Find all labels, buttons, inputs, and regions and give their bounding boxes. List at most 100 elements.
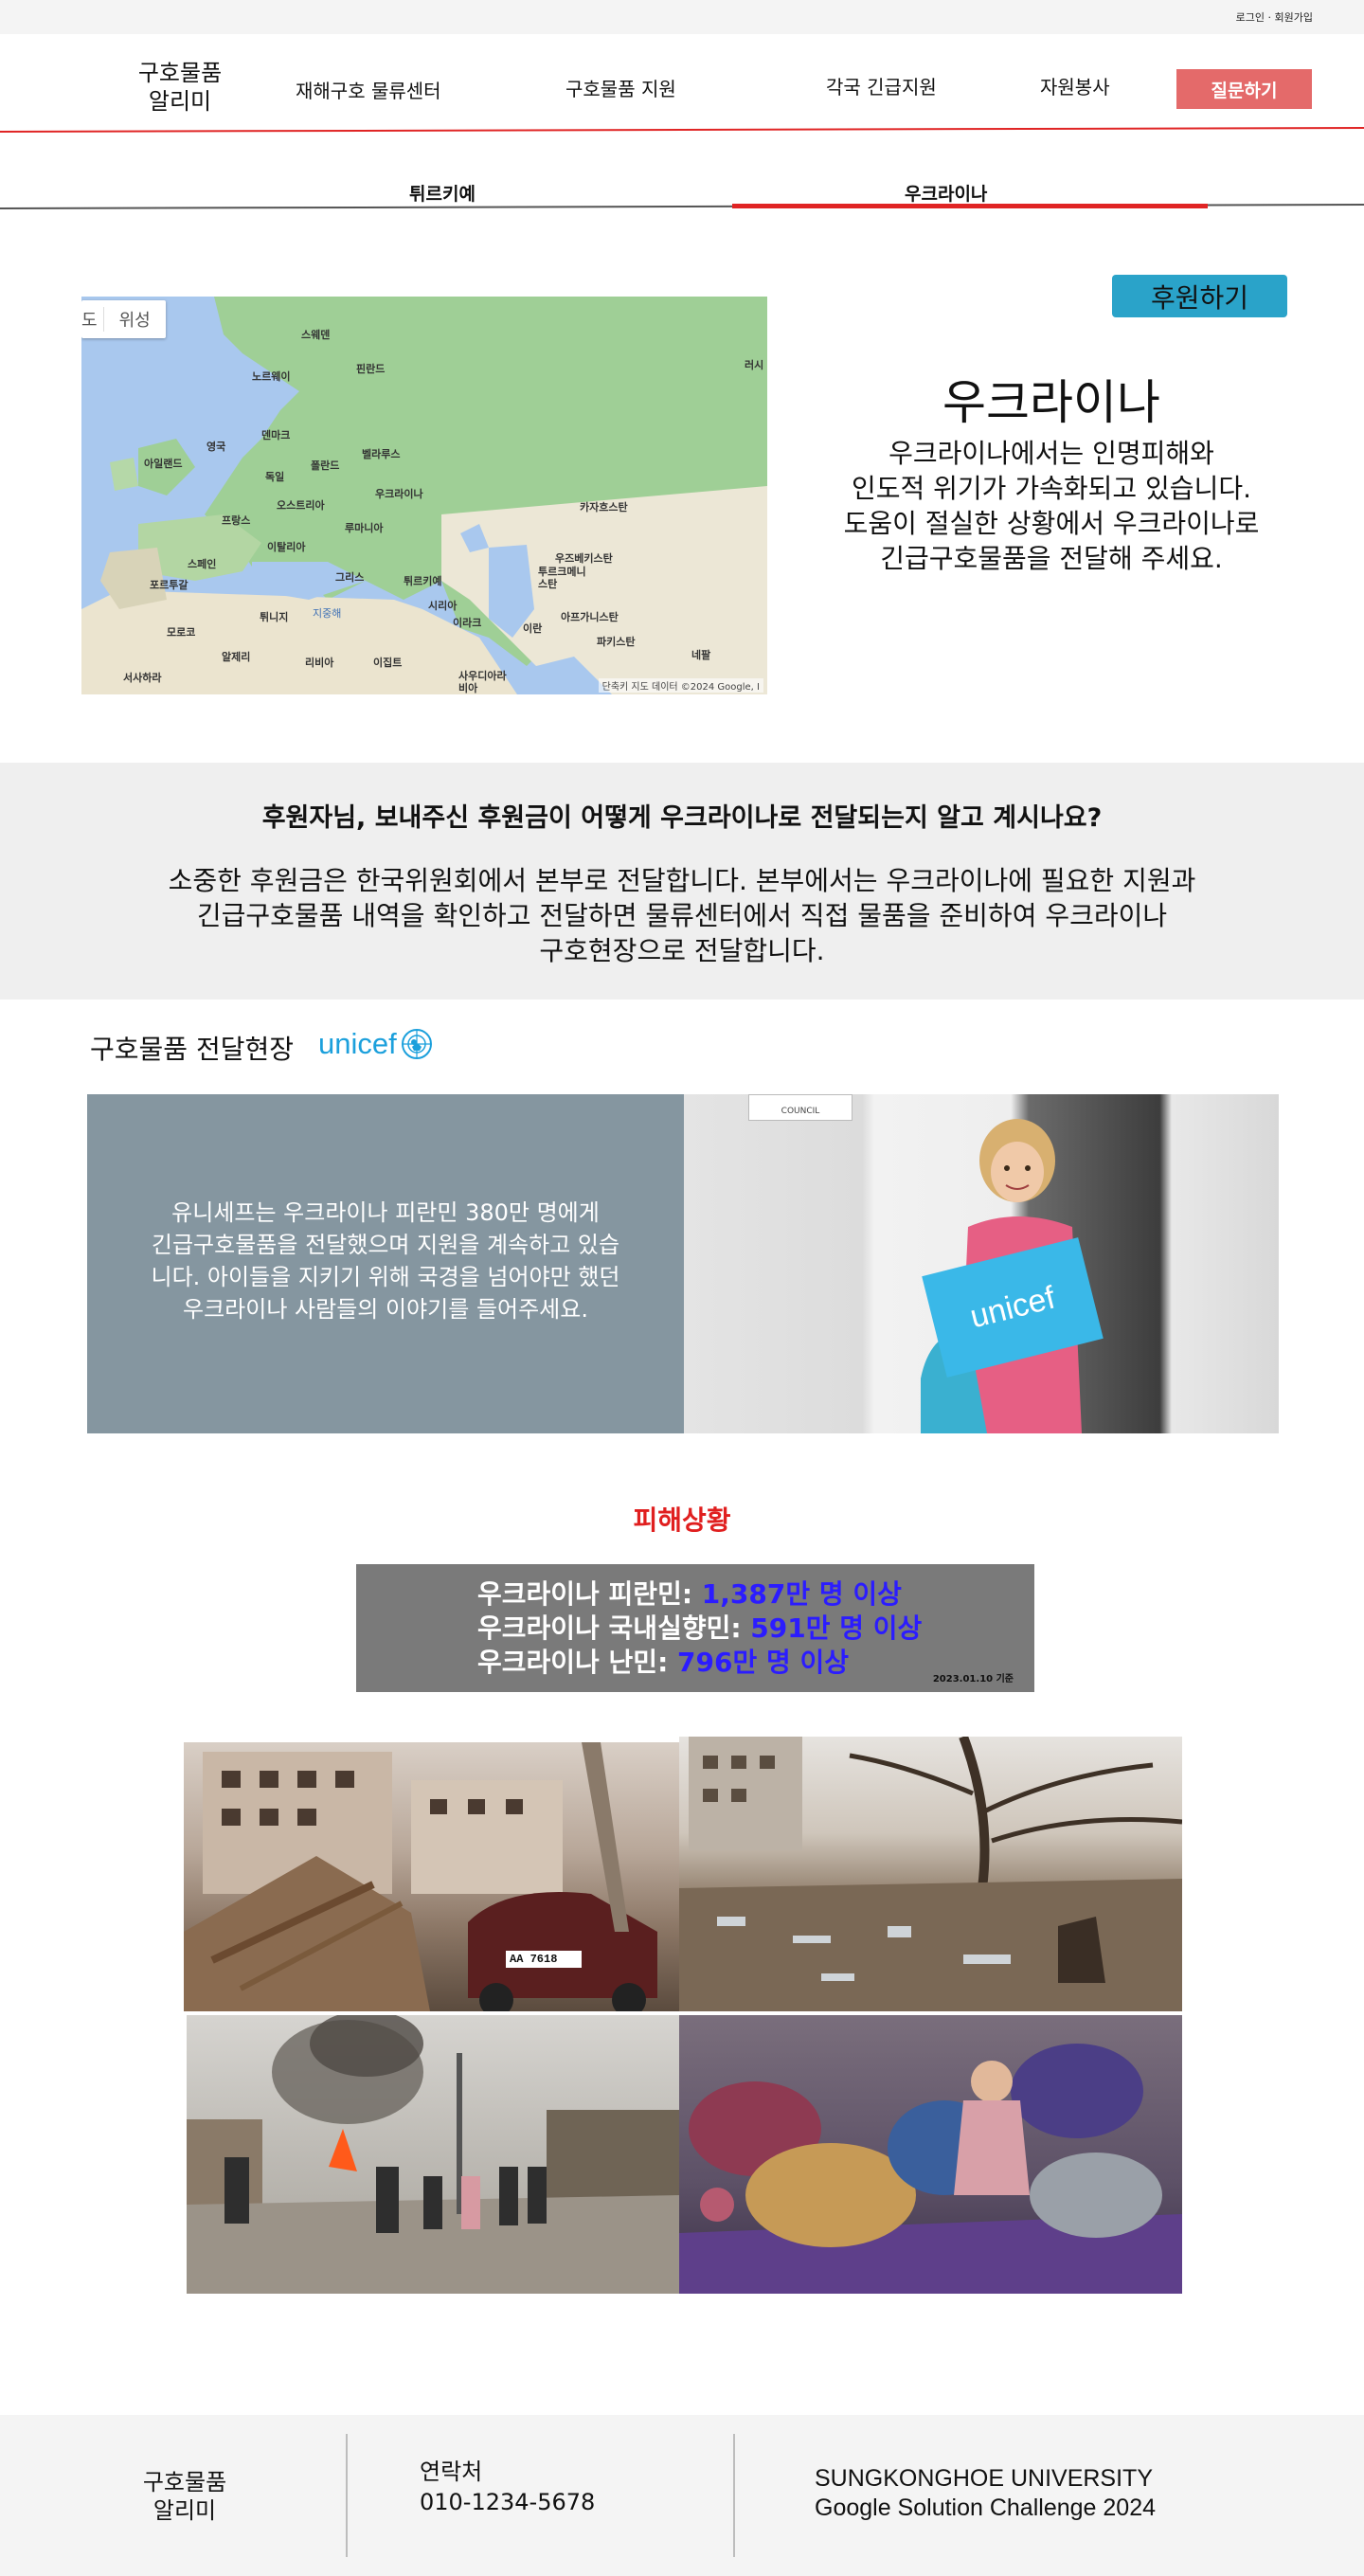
map-label: 시리아 bbox=[428, 600, 458, 612]
ask-question-button[interactable]: 질문하기 bbox=[1176, 69, 1312, 109]
story-line: 긴급구호물품을 전달했으며 지원을 계속하고 있습 bbox=[151, 1232, 620, 1258]
footer-logo[interactable]: 구호물품 알리미 bbox=[128, 2468, 242, 2525]
map-label: 독일 bbox=[265, 471, 285, 483]
photo-evacuation-illustration bbox=[187, 2015, 679, 2294]
map-label: 모로코 bbox=[167, 626, 196, 639]
footer-logo-line-2: 알리미 bbox=[153, 2497, 217, 2524]
photo-card-wordmark: unicef bbox=[966, 1279, 1059, 1335]
map-label: 알제리 bbox=[222, 651, 251, 663]
people-fleeing-fire-photo bbox=[187, 2015, 679, 2294]
map-label: 오스트리아 bbox=[277, 499, 325, 512]
body-line: 소중한 후원금은 한국위원회에서 본부로 전달합니다. 본부에서는 우크라이나에… bbox=[168, 865, 1196, 896]
donation-flow-body: 소중한 후원금은 한국위원회에서 본부로 전달합니다. 본부에서는 우크라이나에… bbox=[114, 863, 1250, 968]
map-type-toggle[interactable]: 도 위성 bbox=[81, 300, 166, 338]
map-label: 파키스탄 bbox=[597, 636, 636, 648]
stats-reference-date: 2023.01.10 기준 bbox=[932, 1674, 1014, 1684]
car-plate: AA 7618 bbox=[510, 1953, 558, 1966]
map-label: 스웨덴 bbox=[301, 329, 331, 341]
donation-flow-title: 후원자님, 보내주신 후원금이 어떻게 우크라이나로 전달되는지 알고 계시나요… bbox=[261, 803, 1103, 833]
login-signup-link[interactable]: 로그인 · 회원가입 bbox=[1236, 9, 1313, 25]
stat-label: 우크라이나 피란민: bbox=[477, 1578, 702, 1610]
footer-divider bbox=[346, 2434, 348, 2557]
map-label: 포르투갈 bbox=[150, 579, 188, 591]
nav-volunteer[interactable]: 자원봉사 bbox=[1040, 72, 1110, 99]
description-line: 긴급구호물품을 전달해 주세요. bbox=[880, 543, 1223, 574]
country-title: 우크라이나 bbox=[942, 375, 1160, 430]
refugees-shelter-photo bbox=[679, 2015, 1182, 2294]
nav-relief-logistics-center[interactable]: 재해구호 물류센터 bbox=[296, 76, 441, 103]
stat-label: 우크라이나 난민: bbox=[477, 1647, 678, 1678]
body-line: 긴급구호물품 내역을 확인하고 전달하면 물류센터에서 직접 물품을 준비하여 … bbox=[196, 900, 1168, 931]
nav-relief-supply-support[interactable]: 구호물품 지원 bbox=[565, 74, 676, 101]
map-label: 튀니지 bbox=[260, 611, 289, 623]
map-label: 러시 bbox=[745, 359, 764, 371]
story-line: 유니세프는 우크라이나 피란민 380만 명에게 bbox=[171, 1199, 600, 1226]
donate-button[interactable]: 후원하기 bbox=[1112, 275, 1287, 317]
stat-internally-displaced: 우크라이나 국내실향민: 591만 명 이상 bbox=[477, 1608, 922, 1646]
debris-field-photo bbox=[679, 1737, 1182, 2011]
description-line: 도움이 절실한 상황에서 우크라이나로 bbox=[843, 508, 1260, 539]
map-label: 스페인 bbox=[188, 558, 217, 570]
site-logo[interactable]: 구호물품 알리미 bbox=[123, 59, 237, 116]
stat-label: 우크라이나 국내실향민: bbox=[477, 1612, 751, 1644]
description-line: 인도적 위기가 가속화되고 있습니다. bbox=[851, 473, 1251, 504]
stat-refugees-abroad: 우크라이나 난민: 796만 명 이상 bbox=[477, 1642, 849, 1680]
donation-flow-section: 후원자님, 보내주신 후원금이 어떻게 우크라이나로 전달되는지 알고 계시나요… bbox=[0, 763, 1364, 1000]
map-label: 우크라이나 bbox=[375, 488, 423, 500]
region-map[interactable]: 도 위성 스웨덴 노르웨이 핀란드 러시 덴마크 영국 아일랜드 독일 폴란드 … bbox=[81, 297, 767, 694]
destroyed-building-photo: AA 7618 bbox=[184, 1742, 679, 2011]
org-program: Google Solution Challenge 2024 bbox=[815, 2495, 1156, 2521]
description-line: 우크라이나에서는 인명피해와 bbox=[888, 438, 1214, 469]
contact-phone[interactable]: 010-1234-5678 bbox=[420, 2487, 595, 2517]
unicef-story-panel[interactable]: 유니세프는 우크라이나 피란민 380만 명에게 긴급구호물품을 전달했으며 지… bbox=[87, 1094, 684, 1433]
map-label: 투르크메니스탄 bbox=[538, 566, 586, 590]
photo-debris-illustration bbox=[679, 1737, 1182, 2011]
footer-divider bbox=[733, 2434, 735, 2557]
map-label: 노르웨이 bbox=[252, 370, 291, 383]
map-label: 핀란드 bbox=[356, 363, 386, 375]
story-line: 니다. 아이들을 지키기 위해 국경을 넘어야만 했던 bbox=[151, 1264, 620, 1290]
body-line: 구호현장으로 전달합니다. bbox=[539, 935, 825, 966]
active-tab-indicator bbox=[732, 204, 1208, 208]
map-view-option[interactable]: 도 bbox=[81, 307, 103, 332]
contact-label: 연락처 bbox=[420, 2459, 483, 2485]
unicef-logo: unicef bbox=[318, 1027, 433, 1061]
unicef-wordmark: unicef bbox=[318, 1027, 397, 1060]
delivery-section-title: 구호물품 전달현장 bbox=[90, 1034, 294, 1065]
footer-contact: 연락처 010-1234-5678 bbox=[420, 2457, 595, 2517]
stat-value: 796만 명 이상 bbox=[677, 1647, 849, 1678]
photo-ruins-illustration bbox=[184, 1742, 657, 2011]
satellite-view-option[interactable]: 위성 bbox=[102, 307, 166, 332]
unicef-globe-icon bbox=[401, 1029, 432, 1059]
stat-value: 1,387만 명 이상 bbox=[701, 1578, 902, 1610]
map-label: 폴란드 bbox=[311, 459, 340, 472]
footer-logo-line-1: 구호물품 bbox=[142, 2469, 227, 2495]
map-label: 이라크 bbox=[453, 617, 482, 629]
country-description: 우크라이나에서는 인명피해와 인도적 위기가 가속화되고 있습니다. 도움이 절… bbox=[815, 436, 1288, 576]
tab-underline bbox=[0, 204, 1364, 209]
unicef-story-text: 유니세프는 우크라이나 피란민 380만 명에게 긴급구호물품을 전달했으며 지… bbox=[125, 1197, 646, 1325]
footer-organization: SUNGKONGHOE UNIVERSITY Google Solution C… bbox=[815, 2464, 1156, 2523]
map-label: 리비아 bbox=[305, 657, 334, 669]
map-label: 벨라루스 bbox=[362, 448, 401, 460]
org-name: SUNGKONGHOE UNIVERSITY bbox=[815, 2465, 1153, 2492]
map-label: 아프가니스탄 bbox=[561, 611, 619, 623]
logo-line-1: 구호물품 bbox=[137, 60, 223, 86]
nav-emergency-support[interactable]: 각국 긴급지원 bbox=[826, 72, 937, 99]
map-attribution[interactable]: 단축키 지도 데이터 ©2024 Google, I bbox=[598, 678, 763, 693]
header-divider bbox=[0, 127, 1364, 133]
map-label: 이란 bbox=[523, 622, 543, 635]
site-header: 구호물품 알리미 재해구호 물류센터 구호물품 지원 각국 긴급지원 자원봉사 … bbox=[0, 34, 1364, 129]
map-label: 네팔 bbox=[691, 649, 711, 661]
map-label: 프랑스 bbox=[222, 514, 251, 527]
logo-line-2: 알리미 bbox=[148, 88, 212, 115]
site-footer: 구호물품 알리미 연락처 010-1234-5678 SUNGKONGHOE U… bbox=[0, 2415, 1364, 2576]
stat-refugees-total: 우크라이나 피란민: 1,387만 명 이상 bbox=[477, 1574, 902, 1612]
map-label: 우즈베키스탄 bbox=[555, 552, 613, 565]
story-line: 우크라이나 사람들의 이야기를 들어주세요. bbox=[183, 1296, 588, 1323]
map-label: 그리스 bbox=[335, 571, 365, 584]
map-label: 루마니아 bbox=[345, 522, 384, 534]
map-label: 튀르키예 bbox=[404, 575, 442, 587]
map-label: 카자흐스탄 bbox=[580, 501, 628, 513]
child-with-unicef-kit-photo: COUNCIL unicef bbox=[684, 1094, 1279, 1433]
